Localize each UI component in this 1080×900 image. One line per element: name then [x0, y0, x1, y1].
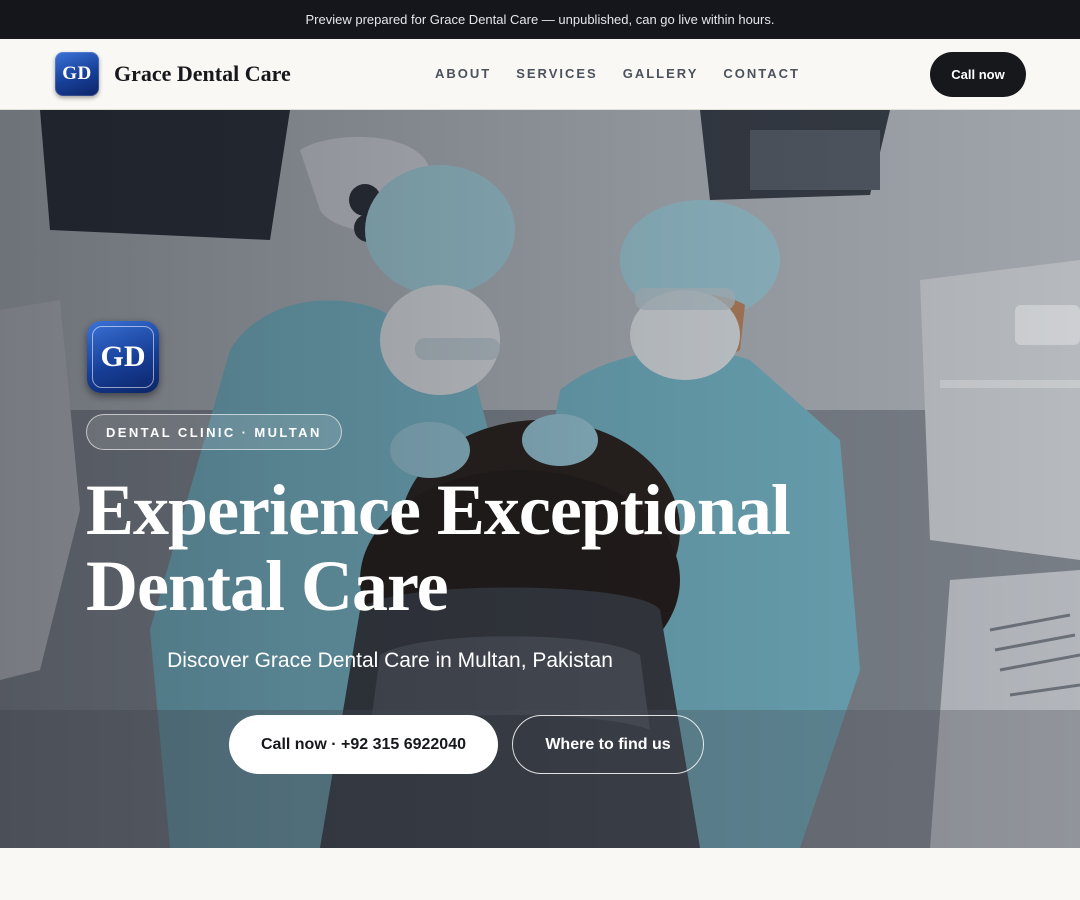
hero-logo-frame: GD: [92, 326, 154, 388]
clinic-tag-badge: DENTAL CLINIC · MULTAN: [86, 414, 342, 450]
logo-initials: GD: [62, 63, 92, 84]
logo[interactable]: GD: [55, 52, 99, 96]
main-nav: ABOUT SERVICES GALLERY CONTACT: [435, 66, 825, 81]
hero-headline-line1: Experience Exceptional: [86, 470, 791, 550]
call-now-button[interactable]: Call now · +92 315 6922040: [229, 715, 498, 774]
nav-contact[interactable]: CONTACT: [723, 66, 800, 81]
hero-subheadline: Discover Grace Dental Care in Multan, Pa…: [167, 649, 613, 672]
preview-banner: Preview prepared for Grace Dental Care —…: [0, 0, 1080, 39]
hero-logo-initials: GD: [100, 340, 146, 373]
nav-services[interactable]: SERVICES: [516, 66, 598, 81]
hero-logo: GD: [87, 321, 159, 393]
brand-name[interactable]: Grace Dental Care: [114, 61, 291, 87]
header-call-button[interactable]: Call now: [930, 52, 1026, 97]
site-header: GD Grace Dental Care ABOUT SERVICES GALL…: [0, 39, 1080, 110]
preview-banner-text: Preview prepared for Grace Dental Care —…: [305, 12, 775, 27]
next-section: [0, 848, 1080, 900]
find-us-button[interactable]: Where to find us: [512, 715, 704, 774]
hero-headline-line2: Dental Care: [86, 546, 449, 626]
nav-about[interactable]: ABOUT: [435, 66, 491, 81]
nav-gallery[interactable]: GALLERY: [623, 66, 699, 81]
hero-headline: Experience Exceptional Dental Care: [86, 472, 846, 624]
hero-section: GD DENTAL CLINIC · MULTAN Experience Exc…: [0, 110, 1080, 848]
